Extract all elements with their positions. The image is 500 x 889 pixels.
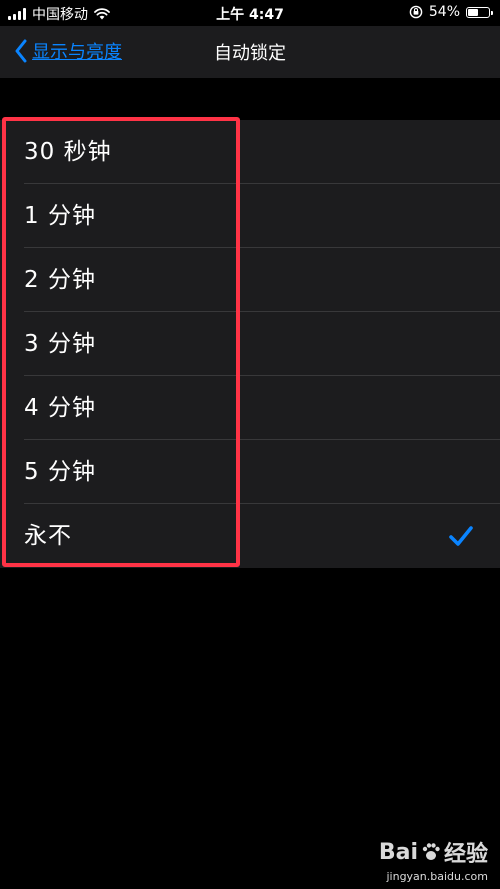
option-label: 4 分钟 xyxy=(24,395,96,421)
option-label: 30 秒钟 xyxy=(24,139,112,165)
option-label: 永不 xyxy=(24,523,72,549)
baidu-jingyan-watermark: Bai 经验 jingyan.baidu.com xyxy=(379,836,488,884)
battery-icon xyxy=(466,6,493,18)
battery-percent: 54% xyxy=(428,4,460,20)
watermark-brand-left: Bai xyxy=(378,839,418,865)
option-label: 2 分钟 xyxy=(24,267,96,293)
option-label: 1 分钟 xyxy=(24,203,96,229)
battery-fill xyxy=(468,8,478,16)
option-row-2-minutes[interactable]: 2 分钟 xyxy=(0,248,500,312)
status-bar: 中国移动 上午 4:47 54% xyxy=(0,0,500,26)
option-row-never[interactable]: 永不 xyxy=(0,504,500,568)
watermark-brand-right: 经验 xyxy=(443,842,488,867)
option-label: 5 分钟 xyxy=(24,459,96,485)
baidu-paw-icon xyxy=(422,843,440,860)
option-row-5-minutes[interactable]: 5 分钟 xyxy=(0,440,500,504)
option-row-30-seconds[interactable]: 30 秒钟 xyxy=(0,120,500,184)
auto-lock-options-list: 30 秒钟 1 分钟 2 分钟 3 分钟 4 分钟 5 分钟 永不 xyxy=(0,120,500,568)
option-row-1-minute[interactable]: 1 分钟 xyxy=(0,184,500,248)
status-right: 54% xyxy=(409,4,493,20)
option-row-4-minutes[interactable]: 4 分钟 xyxy=(0,376,500,440)
option-row-3-minutes[interactable]: 3 分钟 xyxy=(0,312,500,376)
watermark-brand: Bai 经验 xyxy=(379,836,488,868)
page-title: 自动锁定 xyxy=(214,43,286,64)
orientation-lock-icon xyxy=(409,5,423,19)
screen: 中国移动 上午 4:47 54% 显示与亮度 自动锁定 30 秒钟 1 分钟 2… xyxy=(0,0,500,889)
checkmark-icon xyxy=(449,526,473,546)
watermark-url: jingyan.baidu.com xyxy=(386,870,488,883)
navigation-bar: 显示与亮度 自动锁定 xyxy=(0,26,500,78)
option-label: 3 分钟 xyxy=(24,331,96,357)
